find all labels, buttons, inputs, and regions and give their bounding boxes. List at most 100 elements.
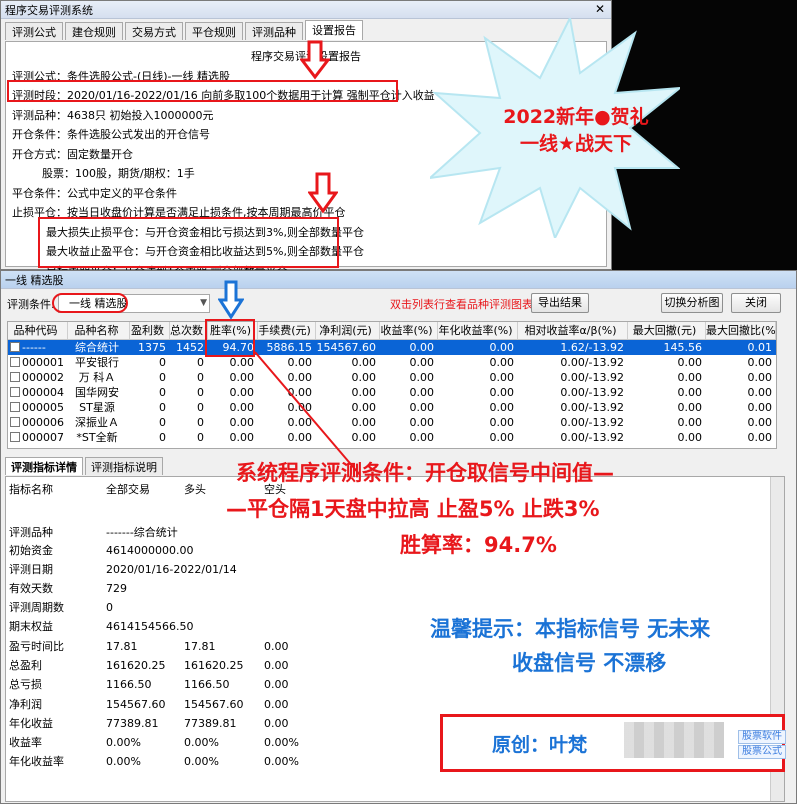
column-header[interactable]: 手续费(元): [258, 322, 316, 339]
table-cell: 0: [159, 401, 166, 414]
stats-cell: 4614154566.50: [106, 620, 194, 633]
original-author: 原创：叶梵: [492, 734, 588, 756]
stats-cell: 0.00%: [184, 755, 219, 768]
column-header[interactable]: 相对收益率α/β(%): [518, 322, 628, 339]
cell-text: ------: [22, 341, 46, 354]
table-cell: 000005: [8, 400, 68, 415]
row-checkbox[interactable]: [10, 357, 20, 367]
stats-cell: 154567.60: [184, 698, 244, 711]
tab-close-rules[interactable]: 平仓规则: [185, 22, 243, 40]
row-checkbox[interactable]: [10, 372, 20, 382]
stats-cell: 评测品种: [9, 526, 53, 539]
table-cell: 0.00/-13.92: [560, 416, 624, 429]
switch-chart-button[interactable]: 切换分析图: [661, 293, 723, 313]
stats-cell: 77389.81: [106, 717, 159, 730]
stats-cell: 年化收益率: [9, 755, 64, 768]
table-cell: 0.00: [747, 401, 773, 414]
column-header[interactable]: 最大回撤(元): [628, 322, 706, 339]
table-cell: 0.00: [747, 416, 773, 429]
stats-cell: 729: [106, 582, 127, 595]
table-cell: 0.00/-13.92: [560, 356, 624, 369]
export-button[interactable]: 导出结果: [531, 293, 589, 313]
stats-cell: 总盈利: [9, 659, 42, 672]
column-header[interactable]: 最大回撤比(%): [706, 322, 776, 339]
stats-cell: 多头: [184, 483, 206, 496]
column-header[interactable]: 品种代码: [8, 322, 68, 339]
table-row[interactable]: 000001 平安银行 0 0 0.00 0.00 0.00 0.00 0.00 0.00/-13…: [8, 355, 776, 370]
column-header[interactable]: 净利润(元): [316, 322, 380, 339]
cell-text: 000001: [22, 356, 64, 369]
stats-cell: 0.00%: [106, 755, 141, 768]
tab-trade-mode[interactable]: 交易方式: [125, 22, 183, 40]
stats-cell: 17.81: [106, 640, 138, 653]
close-button[interactable]: 关闭: [731, 293, 781, 313]
red-arrow-down-icon: [300, 40, 330, 80]
table-cell: 0.01: [747, 341, 773, 354]
table-cell: 0.00: [489, 416, 515, 429]
column-header[interactable]: 收益率(%): [380, 322, 438, 339]
table-cell: 0.00: [489, 431, 515, 444]
row-checkbox[interactable]: [10, 402, 20, 412]
stats-cell: 全部交易: [106, 483, 150, 496]
table-cell: ------: [8, 340, 68, 355]
stats-cell: 2020/01/16-2022/01/14: [106, 563, 237, 576]
window-title: 一线 精选股: [5, 273, 64, 287]
results-table[interactable]: 品种代码 品种名称 盈利数 总次数 胜率(%) 手续费(元) 净利润(元) 收益率(%) 年化收…: [7, 321, 777, 449]
table-row[interactable]: ------ 综合统计 1375 1452 94.70 5886.15 154567.60 0…: [8, 340, 776, 355]
overlay-line-2: —平仓隔1天盘中拉高 止盈5% 止跌3%: [226, 497, 600, 521]
table-cell: 0: [197, 371, 204, 384]
table-cell: 0: [197, 401, 204, 414]
row-checkbox[interactable]: [10, 387, 20, 397]
table-cell: 0.00: [409, 356, 435, 369]
stats-cell: 总亏损: [9, 678, 42, 691]
table-cell: 000007: [8, 430, 68, 445]
watermark-1: 股票软件: [738, 730, 786, 744]
row-checkbox[interactable]: [10, 342, 20, 352]
table-cell: 1375: [138, 341, 166, 354]
table-cell: 0: [197, 431, 204, 444]
row-checkbox[interactable]: [10, 417, 20, 427]
table-cell: 0.00/-13.92: [560, 371, 624, 384]
lower-tab-strip: 评测指标详情 评测指标说明: [5, 457, 165, 475]
column-header[interactable]: 年化收益率(%): [438, 322, 518, 339]
winrate-highlight-box: [205, 319, 255, 357]
column-header[interactable]: 盈利数: [130, 322, 170, 339]
title-bar: 程序交易评测系统 ✕: [1, 1, 611, 19]
table-row[interactable]: 000005 ST星源 0 0 0.00 0.00 0.00 0.00 0.00 0.00/-13…: [8, 400, 776, 415]
tab-indicator-details[interactable]: 评测指标详情: [5, 457, 83, 475]
stats-cell: 0.00: [264, 678, 289, 691]
tip-line-2: 收盘信号 不漂移: [512, 651, 667, 675]
tab-setup-report[interactable]: 设置报告: [305, 20, 363, 40]
stats-cell: 期末权益: [9, 620, 53, 633]
table-cell: *ST全新: [76, 431, 118, 444]
watermark-2: 股票公式: [738, 745, 786, 759]
stats-cell: 0.00%: [106, 736, 141, 749]
tab-formula[interactable]: 评测公式: [5, 22, 63, 40]
stats-cell: 77389.81: [184, 717, 237, 730]
tab-instruments[interactable]: 评测品种: [245, 22, 303, 40]
stats-cell: 0: [106, 601, 113, 614]
table-row[interactable]: 000004 国华网安 0 0 0.00 0.00 0.00 0.00 0.00 0.00/-13…: [8, 385, 776, 400]
column-header[interactable]: 品种名称: [68, 322, 130, 339]
tab-indicator-help[interactable]: 评测指标说明: [85, 457, 163, 475]
column-header[interactable]: 总次数: [170, 322, 208, 339]
table-cell: 万 科Ａ: [78, 371, 116, 384]
stats-cell: 0.00%: [264, 755, 299, 768]
chevron-down-icon[interactable]: ▼: [200, 295, 207, 312]
table-cell: 0.00: [747, 371, 773, 384]
overlay-line-3: 胜算率：94.7%: [400, 533, 557, 557]
stats-cell: 指标名称: [9, 483, 53, 496]
table-row[interactable]: 000006 深振业Ａ 0 0 0.00 0.00 0.00 0.00 0.00 0.00/-13…: [8, 415, 776, 430]
close-icon[interactable]: ✕: [589, 2, 611, 18]
table-cell: 0.00: [677, 386, 703, 399]
table-cell: 0.00: [409, 371, 435, 384]
table-cell: 1452: [176, 341, 204, 354]
period-highlight-box: [7, 80, 398, 102]
table-row[interactable]: 000007 *ST全新 0 0 0.00 0.00 0.00 0.00 0.00 0.00/-1…: [8, 430, 776, 445]
table-cell: 0: [159, 431, 166, 444]
row-checkbox[interactable]: [10, 432, 20, 442]
table-row[interactable]: 000002 万 科Ａ 0 0 0.00 0.00 0.00 0.00 0.00 0.00/-13…: [8, 370, 776, 385]
condition-highlight-ellipse: [52, 293, 128, 313]
tab-open-rules[interactable]: 建仓规则: [65, 22, 123, 40]
table-cell: 平安银行: [75, 356, 119, 369]
